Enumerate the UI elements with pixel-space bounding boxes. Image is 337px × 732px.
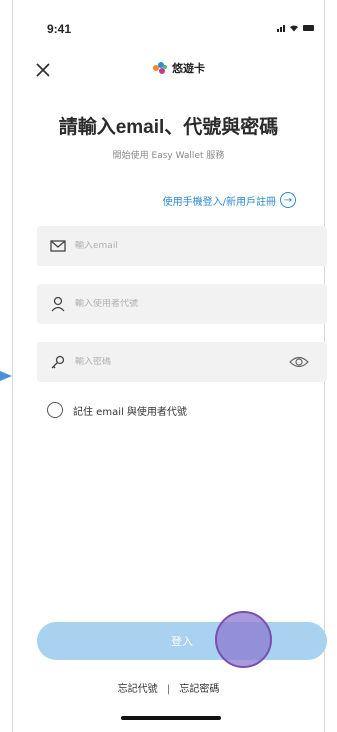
password-field[interactable] xyxy=(37,342,327,382)
email-field[interactable] xyxy=(37,226,327,266)
battery-icon xyxy=(303,25,314,31)
app-logo: 悠遊卡 xyxy=(151,60,205,76)
remember-me-option[interactable]: 記住 email 與使用者代號 xyxy=(47,402,187,418)
remember-me-radio[interactable] xyxy=(47,402,63,418)
phone-login-link[interactable]: 使用手機登入/新用戶註冊 → xyxy=(163,192,296,208)
forgot-password-link[interactable]: 忘記密碼 xyxy=(179,684,219,695)
logo-mark-icon xyxy=(153,62,167,74)
footer-links: 忘記代號 | 忘記密碼 xyxy=(13,680,324,695)
signal-icon xyxy=(277,24,285,32)
home-indicator xyxy=(121,716,221,720)
pointer-arrow-icon xyxy=(0,371,12,381)
arrow-right-circle-icon: → xyxy=(280,192,296,208)
mail-icon xyxy=(49,237,67,255)
password-input[interactable] xyxy=(75,357,275,367)
status-bar: 9:41 xyxy=(13,22,324,42)
close-icon[interactable] xyxy=(33,60,53,80)
forgot-id-link[interactable]: 忘記代號 xyxy=(118,684,158,695)
user-id-input[interactable] xyxy=(75,299,275,309)
phone-screen: 9:41 悠遊卡 請輸入email、代號與密碼 開始使用 Easy Wallet… xyxy=(12,0,327,732)
remember-me-label: 記住 email 與使用者代號 xyxy=(73,406,187,418)
login-button[interactable]: 登入 xyxy=(37,622,327,660)
user-icon xyxy=(49,295,67,313)
page-title: 請輸入email、代號與密碼 xyxy=(58,117,279,138)
wifi-icon xyxy=(290,25,298,32)
email-input[interactable] xyxy=(75,241,275,251)
eye-icon[interactable] xyxy=(289,354,309,370)
phone-login-label: 使用手機登入/新用戶註冊 xyxy=(162,196,276,208)
logo-text: 悠遊卡 xyxy=(172,62,205,75)
key-icon xyxy=(49,353,67,371)
footer-separator: | xyxy=(166,684,171,695)
status-icons xyxy=(277,24,314,32)
status-time: 9:41 xyxy=(47,22,72,36)
user-id-field[interactable] xyxy=(37,284,327,324)
page-subtitle: 開始使用 Easy Wallet 服務 xyxy=(112,151,225,161)
